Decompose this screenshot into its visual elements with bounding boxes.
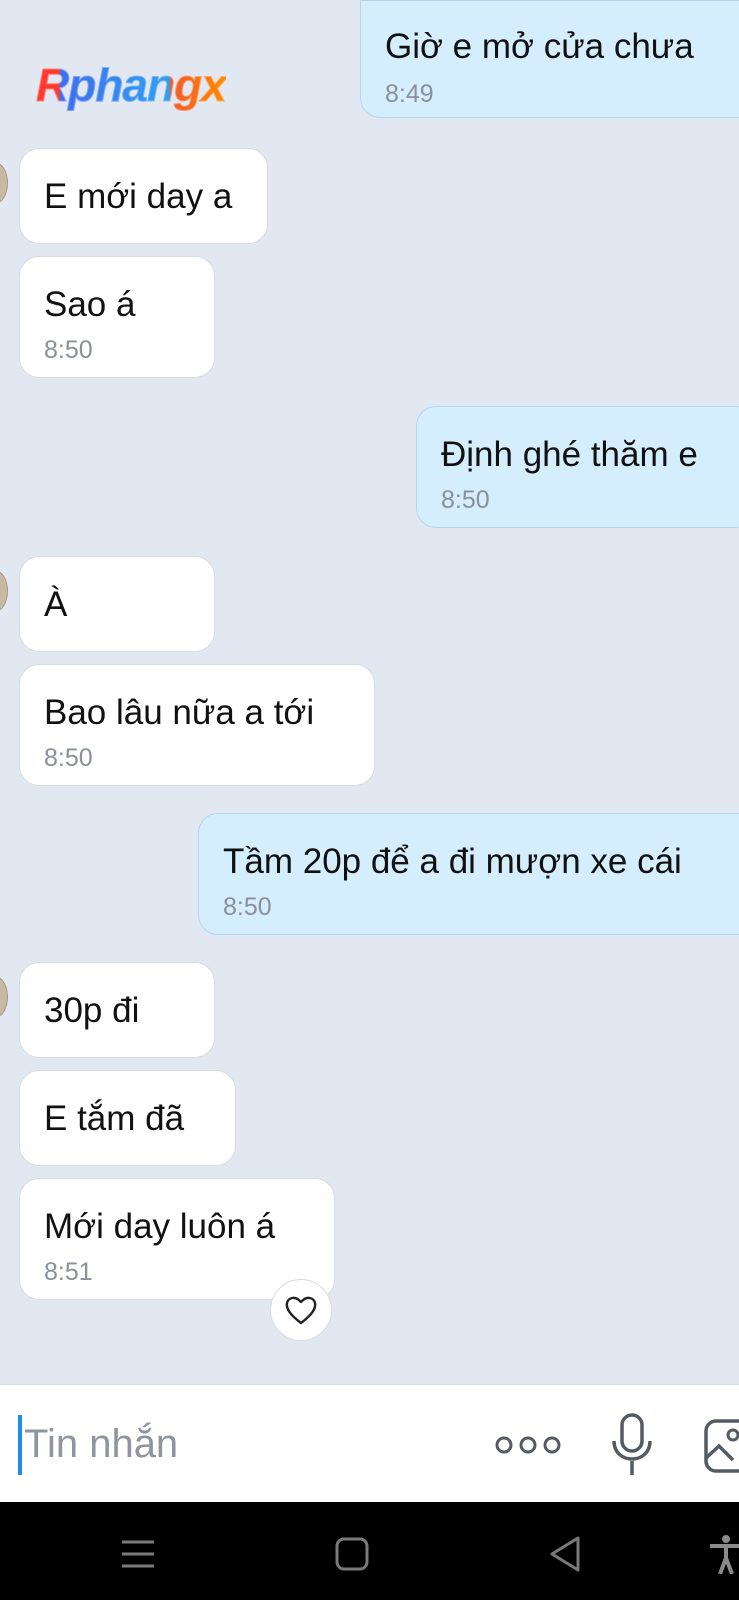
message-bubble-incoming[interactable]: 30p đi bbox=[19, 962, 215, 1058]
heart-icon bbox=[285, 1296, 317, 1325]
image-icon[interactable] bbox=[703, 1418, 739, 1474]
message-time: 8:50 bbox=[223, 893, 272, 921]
message-bubble-incoming[interactable]: E mới day a bbox=[19, 148, 268, 244]
message-time: 8:50 bbox=[44, 744, 93, 772]
message-text: Bao lâu nữa a tới bbox=[44, 693, 315, 732]
message-text: Sao á bbox=[44, 285, 136, 324]
avatar[interactable] bbox=[0, 976, 8, 1018]
message-text: Định ghé thăm e bbox=[441, 435, 698, 474]
message-composer: Tin nhắn bbox=[0, 1384, 739, 1503]
menu-icon[interactable] bbox=[118, 1534, 158, 1574]
avatar[interactable] bbox=[0, 162, 8, 204]
message-bubble-incoming[interactable]: Sao á 8:50 bbox=[19, 256, 215, 378]
reaction-heart-button[interactable] bbox=[270, 1279, 332, 1341]
message-input[interactable]: Tin nhắn bbox=[24, 1419, 178, 1469]
message-bubble-outgoing[interactable]: Giờ e mở cửa chưa 8:49 bbox=[360, 0, 739, 118]
message-text: E tắm đã bbox=[44, 1099, 185, 1138]
message-time: 8:50 bbox=[441, 486, 490, 514]
message-bubble-outgoing[interactable]: Tầm 20p để a đi mượn xe cái 8:50 bbox=[198, 813, 739, 935]
home-icon[interactable] bbox=[332, 1534, 372, 1574]
message-time: 8:50 bbox=[44, 336, 93, 364]
message-text: À bbox=[44, 585, 68, 624]
message-text: Giờ e mở cửa chưa bbox=[385, 27, 694, 66]
microphone-icon[interactable] bbox=[610, 1413, 654, 1477]
avatar[interactable] bbox=[0, 570, 8, 612]
watermark-logo: Rphangx bbox=[36, 59, 228, 112]
message-text: E mới day a bbox=[44, 177, 233, 216]
more-dots-icon[interactable] bbox=[494, 1425, 564, 1465]
message-bubble-incoming[interactable]: À bbox=[19, 556, 215, 652]
system-navigation-bar bbox=[0, 1502, 739, 1600]
message-text: Tầm 20p để a đi mượn xe cái bbox=[223, 842, 682, 881]
message-bubble-incoming[interactable]: E tắm đã bbox=[19, 1070, 236, 1166]
chat-area[interactable]: Rphangx Giờ e mở cửa chưa 8:49 E mới day… bbox=[0, 0, 739, 1384]
back-icon[interactable] bbox=[546, 1534, 586, 1574]
message-text: Mới day luôn á bbox=[44, 1207, 276, 1246]
message-time: 8:51 bbox=[44, 1258, 93, 1286]
message-bubble-outgoing[interactable]: Định ghé thăm e 8:50 bbox=[416, 406, 739, 528]
message-time: 8:49 bbox=[385, 80, 434, 108]
text-caret bbox=[18, 1415, 22, 1475]
message-bubble-incoming[interactable]: Bao lâu nữa a tới 8:50 bbox=[19, 664, 375, 786]
message-text: 30p đi bbox=[44, 991, 140, 1030]
accessibility-icon[interactable] bbox=[706, 1534, 739, 1574]
